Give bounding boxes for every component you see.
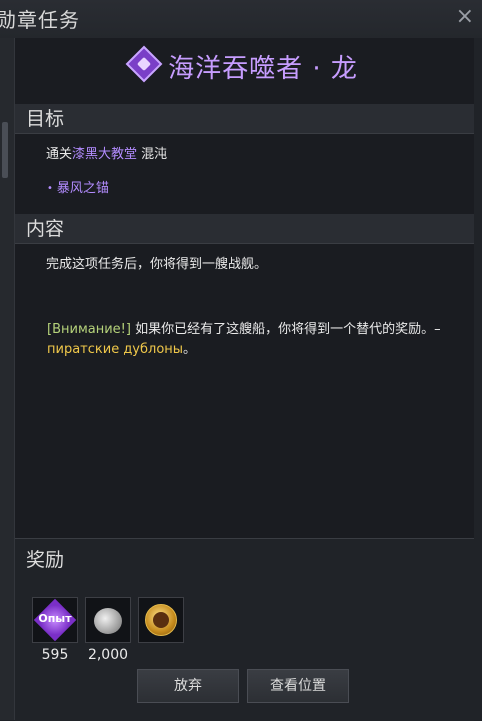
reward-silver[interactable] bbox=[85, 597, 131, 643]
window-title: 勋章任务 bbox=[0, 8, 80, 32]
objective-item[interactable]: 暴风之锚 bbox=[47, 177, 109, 196]
objective-location[interactable]: 漆黑大教堂 bbox=[72, 147, 137, 162]
scroll-thumb[interactable] bbox=[2, 122, 8, 178]
objective-heading: 目标 bbox=[15, 104, 474, 134]
content-heading: 内容 bbox=[15, 214, 474, 244]
notice-body: 如果你已经有了这艘船，你将得到一个替代的奖励。– bbox=[135, 322, 441, 337]
exp-count: 595 bbox=[41, 647, 69, 663]
scrollbar[interactable] bbox=[0, 38, 15, 720]
objective-line: 通关漆黑大教堂 混沌 bbox=[46, 143, 167, 162]
notice-reward[interactable]: пиратские дублоны bbox=[47, 342, 183, 357]
right-edge bbox=[474, 38, 482, 720]
silver-count: 2,000 bbox=[87, 647, 129, 663]
objective-prefix: 通关 bbox=[46, 147, 73, 162]
notice-text: [Внимание!] 如果你已经有了这艘船，你将得到一个替代的奖励。– пир… bbox=[47, 320, 443, 360]
close-icon[interactable]: × bbox=[456, 4, 474, 29]
abandon-button[interactable]: 放弃 bbox=[137, 669, 239, 703]
notice-label: [Внимание!] bbox=[47, 322, 131, 337]
quest-panel: 海洋吞噬者 · 龙 目标 通关漆黑大教堂 混沌 暴风之锚 内容 完成这项任务后，… bbox=[15, 38, 474, 721]
reward-medal[interactable] bbox=[138, 597, 184, 643]
objective-difficulty: 混沌 bbox=[141, 147, 168, 162]
quest-header: 海洋吞噬者 · 龙 bbox=[15, 45, 474, 94]
reward-heading: 奖励 bbox=[26, 549, 65, 571]
content-description: 完成这项任务后，你将得到一艘战舰。 bbox=[46, 257, 268, 272]
quest-emblem-icon bbox=[125, 45, 163, 82]
reward-section: 奖励 Опыт 595 2,000 放弃 查看位置 bbox=[15, 538, 474, 721]
quest-title: 海洋吞噬者 · 龙 bbox=[168, 54, 358, 84]
reward-exp[interactable]: Опыт bbox=[32, 597, 78, 643]
title-bar: 勋章任务 × bbox=[0, 0, 482, 39]
silver-coins-icon bbox=[94, 608, 122, 634]
exp-label: Опыт bbox=[38, 612, 72, 625]
medal-core bbox=[153, 612, 169, 628]
view-location-button[interactable]: 查看位置 bbox=[247, 669, 349, 703]
notice-end: 。 bbox=[183, 342, 197, 357]
